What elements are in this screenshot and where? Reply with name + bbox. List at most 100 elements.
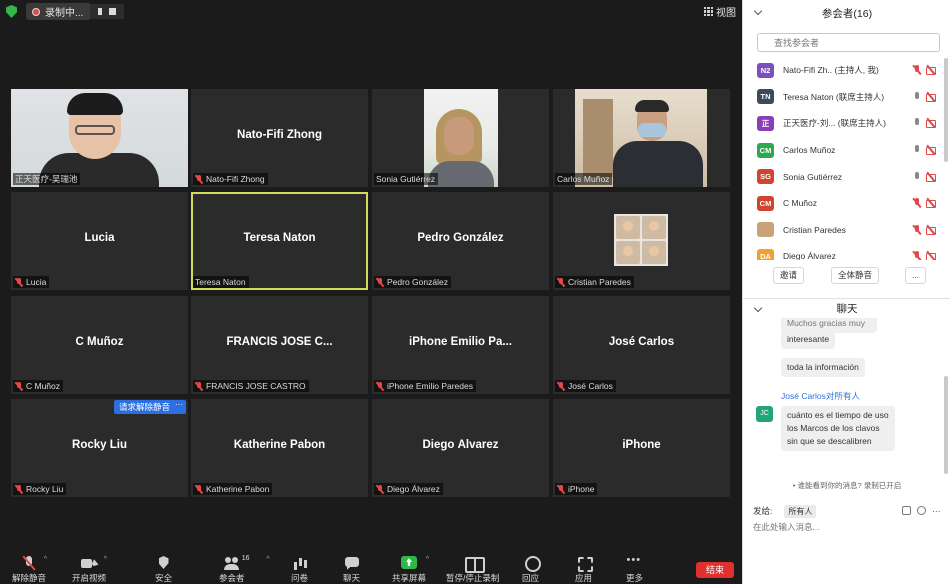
stop-recording-icon[interactable] — [109, 8, 117, 15]
video-tile[interactable]: Katherine Pabon Katherine Pabon — [191, 399, 368, 497]
participant-avatar — [757, 222, 774, 238]
participant-avatar: N2 — [757, 62, 774, 78]
apps-button[interactable]: 应用 — [575, 556, 593, 584]
mic-icon[interactable] — [913, 171, 921, 182]
camera-off-icon[interactable] — [926, 145, 937, 156]
collapse-chevron-icon[interactable] — [753, 303, 763, 313]
mute-all-button[interactable]: 全体静音 — [831, 267, 880, 284]
invite-button[interactable]: 邀请 — [773, 267, 805, 284]
file-icon[interactable] — [902, 506, 911, 515]
sender-avatar: JC — [756, 406, 773, 422]
pause-recording-icon[interactable] — [97, 8, 102, 15]
tile-more-button[interactable]: ··· — [172, 400, 186, 414]
unmute-button[interactable]: ^ 解除静音 — [12, 556, 47, 584]
participants-button[interactable]: 16 ^ 参会者 — [219, 555, 270, 584]
participant-name: Carlos Muñoz — [783, 145, 836, 156]
security-button[interactable]: 安全 — [155, 556, 172, 584]
mic-muted-icon[interactable] — [913, 65, 921, 75]
tile-name-label: Rocky Liu — [13, 483, 67, 495]
tile-display-name: Lucia — [84, 232, 115, 244]
video-tile[interactable]: José Carlos José Carlos — [553, 296, 730, 394]
chat-more-icon[interactable]: ··· — [932, 506, 941, 516]
recipient-select[interactable]: 所有人 — [784, 504, 817, 518]
poll-chart-icon — [292, 556, 308, 570]
start-video-button[interactable]: ^ 开启视频 — [72, 556, 107, 584]
mic-muted-icon[interactable] — [913, 251, 921, 260]
tile-name-label: Diego Álvarez — [374, 483, 443, 495]
participant-avatar: CM — [757, 195, 774, 211]
share-screen-button[interactable]: ^ 共享屏幕 — [392, 556, 429, 584]
chat-sender: José Carlos对所有人 — [781, 391, 860, 401]
reactions-button[interactable]: 回应 — [522, 556, 541, 584]
participant-avatar: DA — [757, 248, 774, 260]
participants-icon: 16 ^ — [223, 555, 270, 570]
participant-row[interactable]: CM C Muñoz — [743, 190, 943, 217]
participant-row[interactable]: SG Sonia Gutiérrez — [743, 163, 943, 190]
participant-name: Nato-Fifi Zh.. (主持人, 我) — [783, 65, 879, 76]
chat-button[interactable]: 聊天 — [343, 556, 360, 584]
video-tile[interactable]: C Muñoz C Muñoz — [11, 296, 188, 394]
camera-off-icon[interactable] — [926, 198, 937, 209]
video-tile[interactable]: iPhone iPhone — [553, 399, 730, 497]
camera-off-icon[interactable] — [926, 225, 937, 235]
active-speaker-tile[interactable]: Teresa Naton Teresa Naton — [191, 192, 368, 290]
mic-muted-icon — [15, 484, 23, 494]
more-button[interactable]: 更多 — [626, 554, 643, 584]
tile-name-label: Nato-Fifi Zhong — [193, 173, 268, 185]
mic-muted-icon — [376, 381, 384, 391]
video-tile[interactable]: 正天医疗-吴瑞池 — [11, 89, 188, 187]
mic-icon[interactable] — [913, 145, 921, 155]
camera-off-icon[interactable] — [926, 172, 937, 182]
camera-off-icon[interactable] — [926, 92, 937, 102]
chat-message-input[interactable] — [753, 520, 941, 534]
video-tile[interactable]: Diego Álvarez Diego Álvarez — [372, 399, 549, 497]
emoji-icon[interactable] — [917, 506, 926, 515]
chat-scrollbar[interactable] — [944, 376, 948, 474]
end-meeting-button[interactable]: 结束 — [696, 562, 734, 578]
video-tile[interactable]: iPhone Emilio Pa... iPhone Emilio Parede… — [372, 296, 549, 394]
view-button[interactable]: 视图 — [704, 4, 736, 19]
mic-icon[interactable] — [913, 91, 921, 102]
participant-row[interactable]: N2 Nato-Fifi Zh.. (主持人, 我) — [743, 57, 943, 84]
participants-more-button[interactable]: ... — [905, 267, 927, 284]
mic-icon[interactable] — [913, 118, 921, 128]
video-tile[interactable]: Pedro González Pedro González — [372, 192, 549, 290]
microphone-muted-icon: ^ — [21, 556, 47, 570]
participant-row[interactable]: DA Diego Álvarez — [743, 243, 943, 260]
pause-stop-recording-button[interactable]: 暂停/停止录制 — [446, 556, 499, 584]
chat-header: 聊天 — [743, 298, 950, 318]
collapse-chevron-icon[interactable] — [753, 6, 763, 16]
mic-muted-icon — [557, 277, 565, 287]
chat-privacy-note[interactable]: 谁能看到你的消息? 录制已开启 — [743, 480, 950, 491]
participant-row[interactable]: 正 正天医疗-刘... (联席主持人) — [743, 110, 943, 137]
camera-off-icon[interactable] — [926, 65, 937, 76]
camera-off-icon[interactable] — [926, 251, 937, 260]
participant-name: C Muñoz — [783, 198, 818, 209]
video-tile[interactable]: Lucia Lucia — [11, 192, 188, 290]
participant-search-input[interactable] — [757, 33, 940, 52]
video-tile[interactable]: Cristian Paredes — [553, 192, 730, 290]
encryption-shield-icon[interactable] — [6, 5, 17, 18]
mic-muted-icon[interactable] — [913, 224, 921, 235]
video-tile[interactable]: Nato-Fifi Zhong Nato-Fifi Zhong — [191, 89, 368, 187]
participant-row[interactable]: TN Teresa Naton (联席主持人) — [743, 84, 943, 111]
share-screen-icon: ^ — [401, 556, 429, 570]
participant-list-scrollbar[interactable] — [944, 58, 948, 162]
video-tile[interactable]: FRANCIS JOSE C... FRANCIS JOSE CASTRO — [191, 296, 368, 394]
meeting-toolbar: ^ 解除静音 ^ 开启视频 安全 16 ^ 参会者 问卷 聊天 ^ 共享屏幕 暂… — [0, 552, 742, 584]
participant-row[interactable]: CM Carlos Muñoz — [743, 137, 943, 164]
video-tile[interactable]: Sonia Gutiérrez — [372, 89, 549, 187]
tile-display-name: C Muñoz — [75, 336, 124, 348]
polls-button[interactable]: 问卷 — [291, 556, 308, 584]
ask-to-unmute-button[interactable]: 请求解除静音 — [114, 400, 176, 414]
tile-display-name: Pedro González — [417, 232, 504, 244]
participants-title: 参会者(16) — [821, 7, 873, 20]
video-tile[interactable]: Carlos Muñoz — [553, 89, 730, 187]
camera-off-icon[interactable] — [926, 118, 937, 129]
tile-name-label: Pedro González — [374, 276, 451, 288]
mic-muted-icon[interactable] — [913, 198, 921, 208]
participant-row[interactable]: Cristian Paredes — [743, 217, 943, 244]
participant-name: Teresa Naton (联席主持人) — [783, 91, 885, 102]
participant-name: Cristian Paredes — [783, 224, 846, 235]
tile-display-name: Teresa Naton — [243, 232, 316, 244]
